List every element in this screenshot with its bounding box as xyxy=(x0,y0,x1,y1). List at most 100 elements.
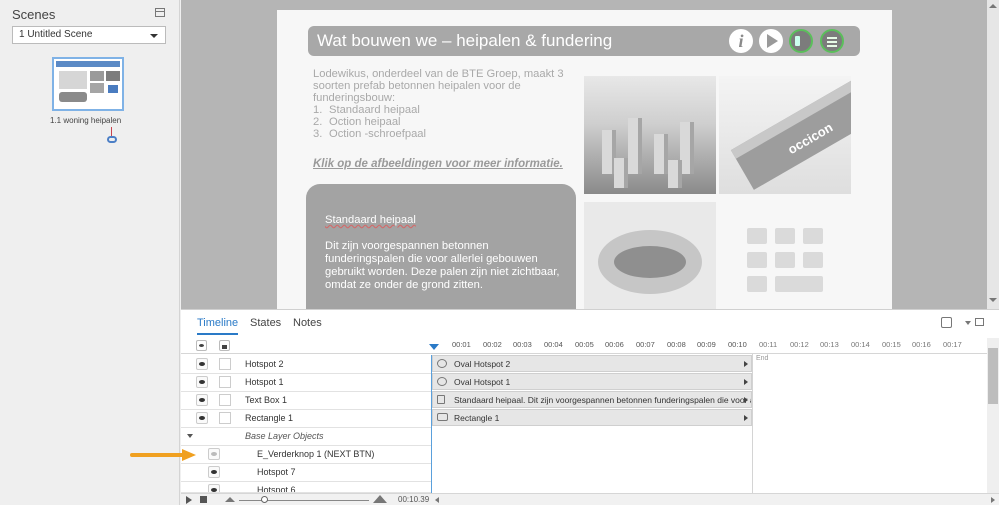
eye-icon[interactable] xyxy=(196,376,208,388)
zoom-slider[interactable] xyxy=(239,500,369,501)
layer-name: Hotspot 2 xyxy=(245,359,284,369)
eye-icon[interactable] xyxy=(208,466,220,478)
scenes-title: Scenes xyxy=(12,7,56,22)
oction-pile-photo[interactable]: occicon xyxy=(719,76,851,194)
info-body: Dit zijn voorgespannen betonnen funderin… xyxy=(325,240,560,291)
playhead-line[interactable] xyxy=(431,355,432,495)
slide-title: Wat bouwen we – heipalen & fundering xyxy=(317,31,613,50)
scrollbar-thumb[interactable] xyxy=(988,348,998,404)
bar-label: Standaard heipaal. Dit zijn voorgespanne… xyxy=(454,395,752,405)
scroll-right-icon[interactable] xyxy=(991,497,995,503)
timeline-tools xyxy=(941,317,991,329)
info-box[interactable]: Standaard heipaal Dit zijn voorgespannen… xyxy=(306,184,576,310)
playhead-icon[interactable] xyxy=(429,344,439,350)
chevron-down-icon[interactable] xyxy=(965,321,971,325)
base-object-row[interactable]: E_Verderknop 1 (NEXT BTN) xyxy=(181,445,431,464)
lock-checkbox[interactable] xyxy=(219,376,231,388)
tick-label: 00:03 xyxy=(513,340,532,349)
bar-label: Oval Hotspot 1 xyxy=(454,377,511,387)
info-icon[interactable]: i xyxy=(729,29,753,53)
intro-text-block: Lodewikus, onderdeel van de BTE Groep, m… xyxy=(313,68,568,140)
link-icon xyxy=(107,136,117,143)
stop-icon[interactable] xyxy=(200,496,207,503)
bar-label: Oval Hotspot 2 xyxy=(454,359,511,369)
grid-icon[interactable] xyxy=(747,228,823,296)
slide-canvas: Wat bouwen we – heipalen & fundering i L… xyxy=(277,10,892,310)
bar-label: Rectangle 1 xyxy=(454,413,500,423)
object-name: Hotspot 6 xyxy=(257,485,296,493)
chevron-right-icon[interactable] xyxy=(744,361,748,367)
stage-vertical-scrollbar[interactable] xyxy=(987,0,999,309)
tick-label: 00:05 xyxy=(575,340,594,349)
text-box-icon xyxy=(437,395,445,404)
audio-icon[interactable] xyxy=(789,29,813,53)
lock-checkbox[interactable] xyxy=(219,394,231,406)
expand-triangle-icon[interactable] xyxy=(187,434,193,438)
zoom-in-icon[interactable] xyxy=(373,495,387,503)
tick-label: 00:16 xyxy=(912,340,931,349)
chevron-right-icon[interactable] xyxy=(744,397,748,403)
timeline-bar[interactable]: Oval Hotspot 2 xyxy=(432,355,752,372)
slide-link-line xyxy=(111,127,112,136)
slide-thumbnail[interactable] xyxy=(52,57,124,111)
timeline-horizontal-scrollbar[interactable] xyxy=(431,494,995,505)
zoom-out-icon[interactable] xyxy=(225,497,235,502)
lock-checkbox[interactable] xyxy=(219,358,231,370)
scene-select[interactable]: 1 Untitled Scene xyxy=(12,26,166,44)
eye-icon[interactable] xyxy=(208,448,220,460)
screw-pile-photo[interactable] xyxy=(584,202,716,310)
visibility-header-icon[interactable] xyxy=(196,340,207,351)
scroll-down-icon[interactable] xyxy=(989,298,997,302)
chevron-right-icon[interactable] xyxy=(744,379,748,385)
standard-pile-photo[interactable] xyxy=(584,76,716,194)
lock-checkbox[interactable] xyxy=(219,412,231,424)
menu-icon[interactable] xyxy=(820,29,844,53)
intro-paragraph: Lodewikus, onderdeel van de BTE Groep, m… xyxy=(313,68,564,104)
eye-icon[interactable] xyxy=(208,484,220,492)
tab-timeline[interactable]: Timeline xyxy=(197,317,239,335)
tick-label: 00:10 xyxy=(728,340,747,349)
tick-label: 00:12 xyxy=(790,340,809,349)
tick-label: 00:08 xyxy=(667,340,686,349)
tick-label: 00:06 xyxy=(605,340,624,349)
layer-row[interactable]: Rectangle 1 xyxy=(181,409,431,428)
timeline-bar[interactable]: Oval Hotspot 1 xyxy=(432,373,752,390)
play-icon[interactable] xyxy=(186,496,192,504)
time-ruler[interactable]: 00:01 00:02 00:03 00:04 00:05 00:06 00:0… xyxy=(429,338,987,354)
timeline-bar[interactable]: Rectangle 1 xyxy=(432,409,752,426)
eye-icon[interactable] xyxy=(196,412,208,424)
layer-tool-icon[interactable] xyxy=(941,317,952,328)
oval-icon xyxy=(437,377,447,386)
zoom-slider-handle[interactable] xyxy=(261,496,268,503)
layer-row[interactable]: Hotspot 2 xyxy=(181,355,431,374)
list-item: 2. Oction heipaal xyxy=(313,116,401,128)
tick-label: 00:13 xyxy=(820,340,839,349)
base-layer-group[interactable]: Base Layer Objects xyxy=(181,427,431,446)
tab-notes[interactable]: Notes xyxy=(293,317,322,329)
base-object-row[interactable]: Hotspot 7 xyxy=(181,463,431,482)
layer-name: Hotspot 1 xyxy=(245,377,284,387)
chevron-right-icon[interactable] xyxy=(744,415,748,421)
eye-icon[interactable] xyxy=(196,394,208,406)
scene-select-value: 1 Untitled Scene xyxy=(19,29,93,40)
scroll-left-icon[interactable] xyxy=(435,497,439,503)
layer-name: Text Box 1 xyxy=(245,395,288,405)
layer-row[interactable]: Hotspot 1 xyxy=(181,373,431,392)
lock-header-icon[interactable] xyxy=(219,340,230,351)
scroll-up-icon[interactable] xyxy=(989,4,997,8)
list-item: 3. Oction -schroefpaal xyxy=(313,128,427,140)
brand-label: occicon xyxy=(785,119,836,158)
eye-icon[interactable] xyxy=(196,358,208,370)
tick-label: 00:14 xyxy=(851,340,870,349)
timeline-bar[interactable]: Standaard heipaal. Dit zijn voorgespanne… xyxy=(432,391,752,408)
object-name: E_Verderknop 1 (NEXT BTN) xyxy=(257,449,375,459)
base-object-row[interactable]: Hotspot 6 xyxy=(181,481,431,493)
click-hint: Klik op de afbeeldingen voor meer inform… xyxy=(313,158,563,170)
play-icon[interactable] xyxy=(759,29,783,53)
timeline-vertical-scrollbar[interactable] xyxy=(987,338,999,494)
panel-collapse-icon[interactable] xyxy=(975,318,984,326)
layer-row[interactable]: Text Box 1 xyxy=(181,391,431,410)
slide-title-bar: Wat bouwen we – heipalen & fundering i xyxy=(308,26,860,56)
panel-collapse-icon[interactable] xyxy=(155,8,165,17)
tab-states[interactable]: States xyxy=(250,317,281,329)
